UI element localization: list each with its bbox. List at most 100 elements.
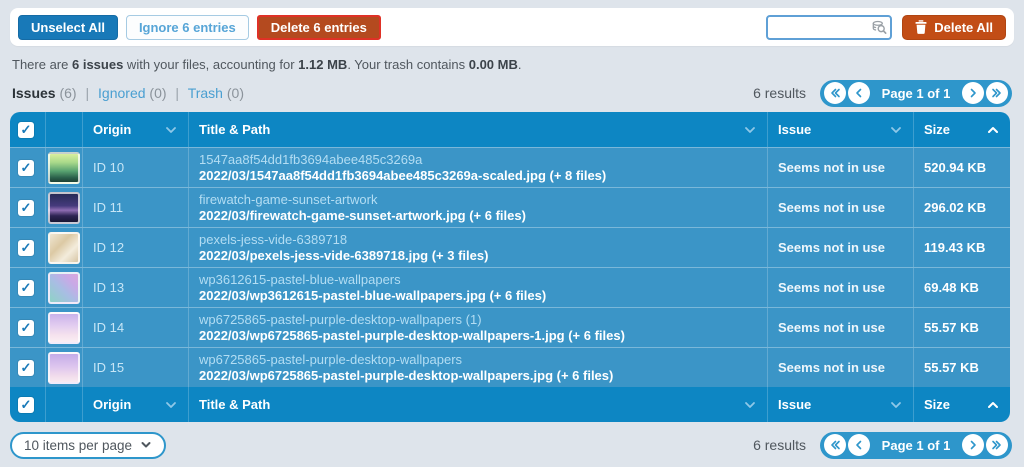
- origin-footer-label: Origin: [93, 397, 132, 412]
- tab-trash-count: (0): [226, 85, 244, 101]
- delete-all-label: Delete All: [934, 19, 993, 35]
- size-text: 55.57 KB: [913, 308, 1010, 347]
- sort-size-header[interactable]: Size: [913, 112, 1010, 147]
- row-checkbox[interactable]: ✓: [18, 159, 34, 176]
- search-wrap: [766, 14, 893, 40]
- size-text: 69.48 KB: [913, 268, 1010, 307]
- trash-icon: [915, 20, 927, 34]
- select-all-checkbox[interactable]: ✓: [18, 121, 34, 138]
- media-thumbnail[interactable]: [48, 271, 80, 304]
- last-page-button[interactable]: [986, 434, 1008, 456]
- issue-text: Seems not in use: [767, 188, 913, 227]
- first-page-button[interactable]: [824, 82, 846, 104]
- media-thumbnail[interactable]: [48, 351, 80, 384]
- media-thumbnail[interactable]: [48, 231, 80, 264]
- bottom-bar: 10 items per page 6 results Page 1 of 1: [10, 431, 1012, 459]
- issue-footer-label: Issue: [778, 397, 812, 412]
- origin-id: ID 11: [82, 188, 188, 227]
- media-thumbnail[interactable]: [48, 151, 80, 184]
- select-all-checkbox-bottom[interactable]: ✓: [18, 396, 34, 413]
- media-path: 2022/03/pexels-jess-vide-6389718.jpg (+ …: [199, 247, 489, 263]
- sort-issue-header[interactable]: Issue: [767, 112, 913, 147]
- tab-ignored[interactable]: Ignored: [98, 85, 145, 101]
- check-icon: ✓: [20, 320, 32, 335]
- first-page-button[interactable]: [824, 434, 846, 456]
- media-path: 2022/03/wp3612615-pastel-blue-wallpapers…: [199, 287, 547, 303]
- sort-origin-footer[interactable]: Origin: [82, 387, 188, 422]
- tab-separator: |: [85, 85, 90, 101]
- sort-origin-header[interactable]: Origin: [82, 112, 188, 147]
- results-count: 6 results: [753, 85, 806, 101]
- check-icon: ✓: [20, 240, 32, 255]
- chevron-down-icon: [745, 401, 755, 408]
- check-icon: ✓: [20, 122, 32, 137]
- row-checkbox[interactable]: ✓: [18, 239, 34, 256]
- table-header-row: ✓ Origin Title & Path Issue Size: [10, 112, 1010, 147]
- media-title-link[interactable]: pexels-jess-vide-6389718: [199, 232, 347, 248]
- toolbar: Unselect All Ignore 6 entries Delete 6 e…: [10, 8, 1014, 46]
- double-chevron-left-icon: [831, 440, 840, 450]
- sort-title-header[interactable]: Title & Path: [188, 112, 767, 147]
- tab-issues[interactable]: Issues: [12, 85, 56, 101]
- sort-title-footer[interactable]: Title & Path: [188, 387, 767, 422]
- double-chevron-left-icon: [831, 88, 840, 98]
- issue-text: Seems not in use: [767, 308, 913, 347]
- chevron-up-icon: [988, 401, 998, 408]
- size-header-label: Size: [924, 122, 951, 137]
- prev-page-button[interactable]: [848, 82, 870, 104]
- media-title-link[interactable]: wp6725865-pastel-purple-desktop-wallpape…: [199, 312, 482, 328]
- prev-page-button[interactable]: [848, 434, 870, 456]
- origin-id: ID 14: [82, 308, 188, 347]
- results-count-bottom: 6 results: [753, 437, 806, 453]
- row-checkbox[interactable]: ✓: [18, 319, 34, 336]
- footer-checkbox-cell: ✓: [10, 387, 45, 422]
- sort-size-footer[interactable]: Size: [913, 387, 1010, 422]
- issues-summary: There are 6 issues with your files, acco…: [12, 57, 522, 72]
- media-path: 2022/03/wp6725865-pastel-purple-desktop-…: [199, 327, 625, 343]
- issue-text: Seems not in use: [767, 268, 913, 307]
- footer-thumb-cell: [45, 387, 82, 422]
- check-icon: ✓: [20, 200, 32, 215]
- table-row: ✓ ID 15 wp6725865-pastel-purple-desktop-…: [10, 347, 1010, 387]
- media-issues-table: ✓ Origin Title & Path Issue Size ✓ ID 10…: [10, 112, 1010, 422]
- chevron-right-icon: [970, 440, 976, 450]
- issue-text: Seems not in use: [767, 348, 913, 387]
- chevron-down-icon: [166, 401, 176, 408]
- origin-id: ID 12: [82, 228, 188, 267]
- media-title-link[interactable]: wp6725865-pastel-purple-desktop-wallpape…: [199, 352, 462, 368]
- double-chevron-right-icon: [992, 440, 1001, 450]
- table-row: ✓ ID 11 firewatch-game-sunset-artwork 20…: [10, 187, 1010, 227]
- row-checkbox[interactable]: ✓: [18, 199, 34, 216]
- origin-id: ID 13: [82, 268, 188, 307]
- table-row: ✓ ID 12 pexels-jess-vide-6389718 2022/03…: [10, 227, 1010, 267]
- media-title-link[interactable]: firewatch-game-sunset-artwork: [199, 192, 377, 208]
- media-title-link[interactable]: wp3612615-pastel-blue-wallpapers: [199, 272, 401, 288]
- size-text: 119.43 KB: [913, 228, 1010, 267]
- chevron-down-icon: [141, 442, 151, 448]
- tab-trash[interactable]: Trash: [188, 85, 223, 101]
- ignore-entries-button[interactable]: Ignore 6 entries: [125, 14, 249, 40]
- next-page-button[interactable]: [962, 434, 984, 456]
- last-page-button[interactable]: [986, 82, 1008, 104]
- media-path: 2022/03/wp6725865-pastel-purple-desktop-…: [199, 367, 614, 383]
- chevron-left-icon: [856, 440, 862, 450]
- items-per-page-select[interactable]: 10 items per page: [10, 431, 167, 459]
- unselect-all-button[interactable]: Unselect All: [18, 14, 118, 40]
- check-icon: ✓: [20, 397, 32, 412]
- chevron-down-icon: [891, 126, 901, 133]
- page-indicator: Page 1 of 1: [881, 85, 951, 101]
- origin-id: ID 15: [82, 348, 188, 387]
- pagination-top: Page 1 of 1: [820, 79, 1012, 107]
- next-page-button[interactable]: [962, 82, 984, 104]
- delete-entries-button[interactable]: Delete 6 entries: [256, 14, 381, 40]
- media-thumbnail[interactable]: [48, 191, 80, 224]
- media-path: 2022/03/1547aa8f54dd1fb3694abee485c3269a…: [199, 167, 607, 183]
- sort-issue-footer[interactable]: Issue: [767, 387, 913, 422]
- table-row: ✓ ID 13 wp3612615-pastel-blue-wallpapers…: [10, 267, 1010, 307]
- delete-all-button[interactable]: Delete All: [902, 14, 1006, 40]
- media-title-link[interactable]: 1547aa8f54dd1fb3694abee485c3269a: [199, 152, 422, 168]
- row-checkbox[interactable]: ✓: [18, 359, 34, 376]
- size-text: 55.57 KB: [913, 348, 1010, 387]
- row-checkbox[interactable]: ✓: [18, 279, 34, 296]
- media-thumbnail[interactable]: [48, 311, 80, 344]
